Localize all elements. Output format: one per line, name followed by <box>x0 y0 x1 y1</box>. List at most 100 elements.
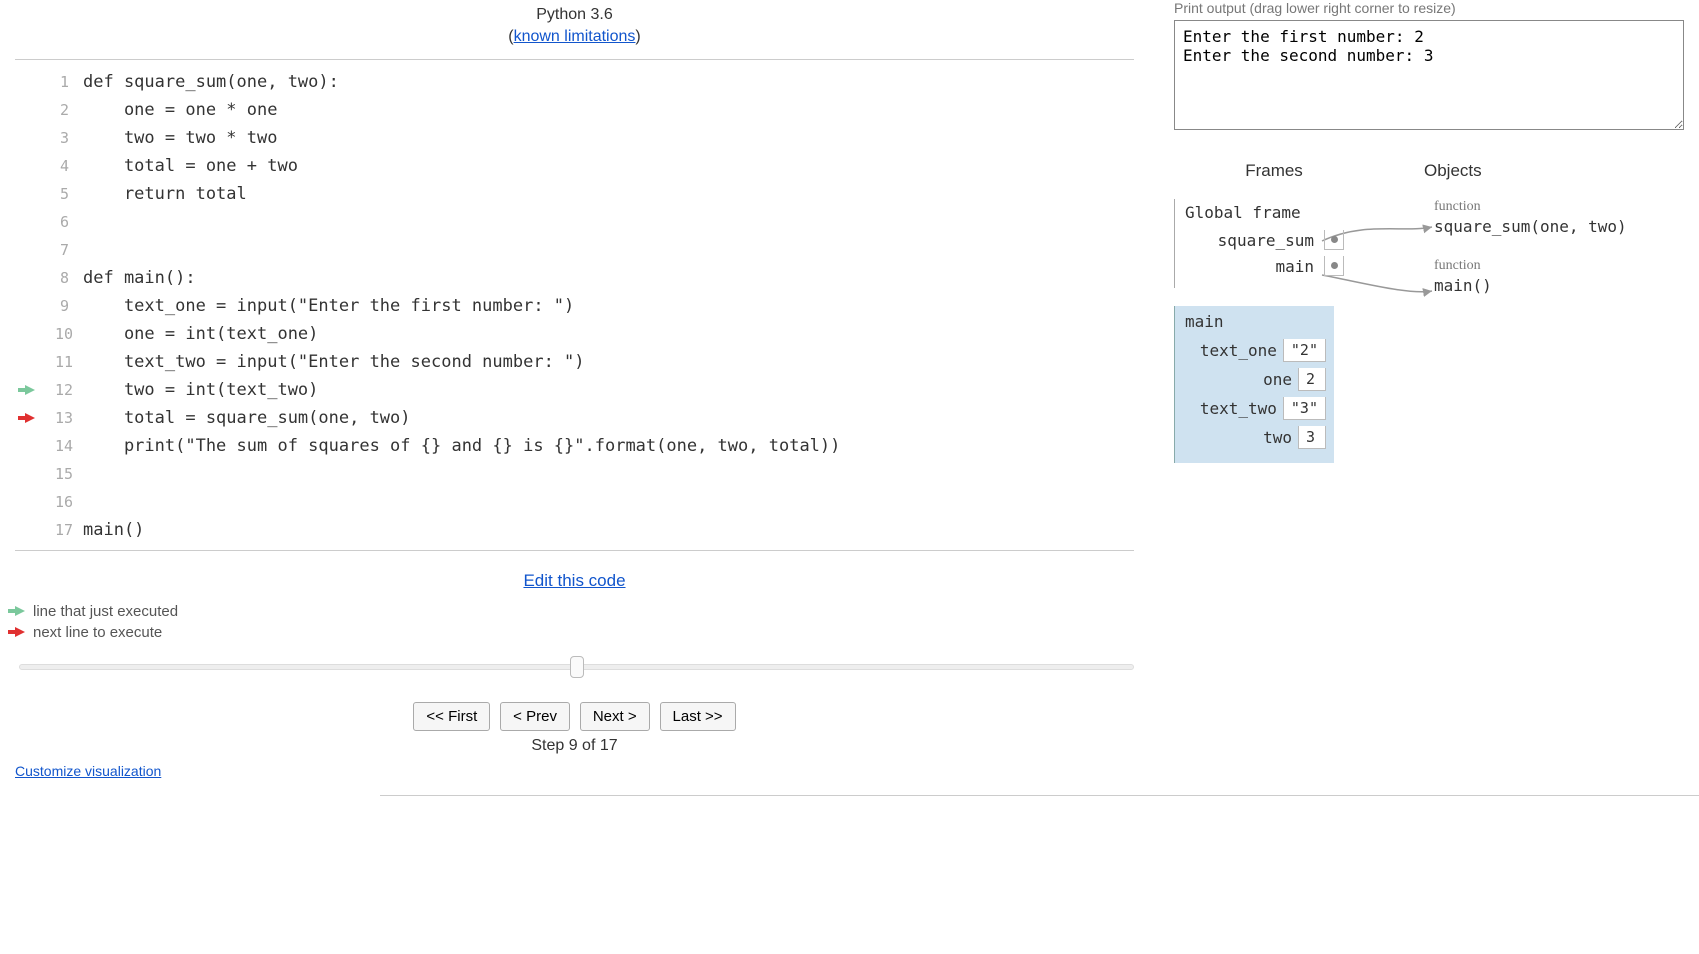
local-var-row: two3 <box>1185 426 1326 449</box>
line-number: 8 <box>55 264 83 292</box>
global-var-row: square_sum <box>1185 230 1344 250</box>
stack-frame-main: main text_one"2"one2text_two"3"two3 <box>1174 306 1334 463</box>
line-number: 4 <box>55 152 83 180</box>
code-line: 5 return total <box>25 180 1134 208</box>
code-text: def square_sum(one, two): <box>83 68 339 96</box>
code-line: 4 total = one + two <box>25 152 1134 180</box>
object-repr: main() <box>1434 276 1684 295</box>
code-listing: 1def square_sum(one, two):2 one = one * … <box>15 68 1134 544</box>
code-text: print("The sum of squares of {} and {} i… <box>83 432 840 460</box>
code-line: 1def square_sum(one, two): <box>25 68 1134 96</box>
language-name: Python 3.6 <box>536 6 613 23</box>
legend-next-line: next line to execute <box>33 624 162 641</box>
frames-header: Frames <box>1174 161 1374 181</box>
var-value: 2 <box>1298 368 1326 391</box>
object-type-label: function <box>1434 199 1684 215</box>
code-text: text_one = input("Enter the first number… <box>83 292 574 320</box>
var-value: "3" <box>1283 397 1326 420</box>
nav-buttons: << First < Prev Next > Last >> <box>15 702 1134 731</box>
code-line: 14 print("The sum of squares of {} and {… <box>25 432 1134 460</box>
line-number: 10 <box>55 320 83 348</box>
code-line: 11 text_two = input("Enter the second nu… <box>25 348 1134 376</box>
green-arrow-icon <box>15 606 25 616</box>
line-number: 16 <box>55 488 83 516</box>
var-value: 3 <box>1298 426 1326 449</box>
line-number: 12 <box>55 376 83 404</box>
code-line: 15 <box>25 460 1134 488</box>
code-line: 16 <box>25 488 1134 516</box>
line-number: 7 <box>55 236 83 264</box>
code-text: one = int(text_one) <box>83 320 318 348</box>
next-line-arrow-icon <box>25 413 35 423</box>
step-label: Step 9 of 17 <box>15 737 1134 755</box>
code-line: 3 two = two * two <box>25 124 1134 152</box>
pointer-slot <box>1324 256 1344 276</box>
var-name: text_one <box>1200 341 1283 360</box>
next-button[interactable]: Next > <box>580 702 650 731</box>
code-text: two = int(text_two) <box>83 376 318 404</box>
step-slider[interactable] <box>19 657 1134 677</box>
prev-button[interactable]: < Prev <box>500 702 570 731</box>
customize-visualization-link[interactable]: Customize visualization <box>15 763 161 779</box>
code-line: 7 <box>25 236 1134 264</box>
objects-header: Objects <box>1374 161 1684 181</box>
line-number: 6 <box>55 208 83 236</box>
object-repr: square_sum(one, two) <box>1434 217 1684 236</box>
arrow-legend: line that just executed next line to exe… <box>15 603 1134 641</box>
divider <box>380 795 1699 796</box>
line-number: 11 <box>55 348 83 376</box>
global-frame-title: Global frame <box>1185 203 1344 222</box>
output-label: Print output (drag lower right corner to… <box>1174 0 1684 16</box>
code-text: text_two = input("Enter the second numbe… <box>83 348 585 376</box>
line-number: 5 <box>55 180 83 208</box>
legend-just-executed: line that just executed <box>33 603 178 620</box>
code-text: one = one * one <box>83 96 277 124</box>
code-line: 12 two = int(text_two) <box>25 376 1134 404</box>
code-line: 8def main(): <box>25 264 1134 292</box>
line-number: 15 <box>55 460 83 488</box>
line-number: 14 <box>55 432 83 460</box>
var-name: square_sum <box>1218 231 1320 250</box>
code-line: 2 one = one * one <box>25 96 1134 124</box>
known-limitations-link[interactable]: known limitations <box>514 28 636 45</box>
line-number: 17 <box>55 516 83 544</box>
viz-headers: Frames Objects <box>1174 161 1684 181</box>
var-value: "2" <box>1283 339 1326 362</box>
line-number: 2 <box>55 96 83 124</box>
just-executed-arrow-icon <box>25 385 35 395</box>
global-var-row: main <box>1185 256 1344 276</box>
divider <box>15 550 1134 551</box>
line-number: 3 <box>55 124 83 152</box>
code-line: 10 one = int(text_one) <box>25 320 1134 348</box>
var-name: two <box>1263 428 1298 447</box>
code-text: total = one + two <box>83 152 298 180</box>
edit-code-link[interactable]: Edit this code <box>523 571 625 590</box>
red-arrow-icon <box>15 627 25 637</box>
first-button[interactable]: << First <box>413 702 490 731</box>
stack-frame-title: main <box>1185 312 1326 331</box>
line-number: 1 <box>55 68 83 96</box>
code-text: two = two * two <box>83 124 277 152</box>
code-line: 6 <box>25 208 1134 236</box>
code-line: 9 text_one = input("Enter the first numb… <box>25 292 1134 320</box>
var-name: text_two <box>1200 399 1283 418</box>
object-type-label: function <box>1434 258 1684 274</box>
local-var-row: text_one"2" <box>1185 339 1326 362</box>
code-text: return total <box>83 180 247 208</box>
var-name: main <box>1275 257 1320 276</box>
code-text: def main(): <box>83 264 196 292</box>
code-line: 17main() <box>25 516 1134 544</box>
divider <box>15 59 1134 60</box>
output-box[interactable] <box>1174 20 1684 130</box>
language-header: Python 3.6 (known limitations) <box>15 0 1134 53</box>
line-number: 13 <box>55 404 83 432</box>
last-button[interactable]: Last >> <box>660 702 736 731</box>
code-line: 13 total = square_sum(one, two) <box>25 404 1134 432</box>
local-var-row: text_two"3" <box>1185 397 1326 420</box>
object-entry: function square_sum(one, two) <box>1434 199 1684 236</box>
local-var-row: one2 <box>1185 368 1326 391</box>
code-text: total = square_sum(one, two) <box>83 404 411 432</box>
line-number: 9 <box>55 292 83 320</box>
global-frame: Global frame square_summain <box>1174 199 1344 288</box>
code-text: main() <box>83 516 144 544</box>
